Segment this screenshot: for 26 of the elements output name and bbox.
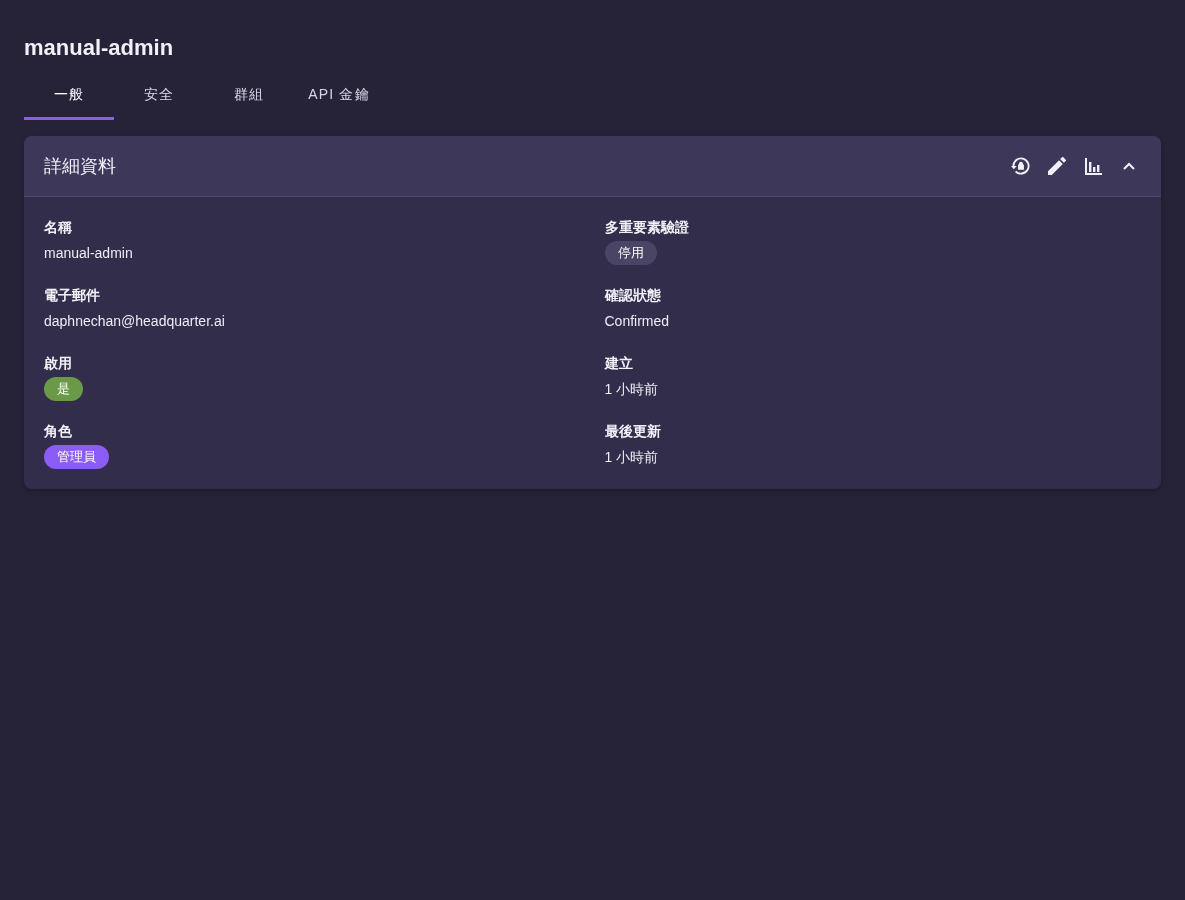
field-value: 1 小時前 bbox=[604, 448, 659, 467]
card-title: 詳細資料 bbox=[44, 155, 116, 178]
pencil-icon[interactable] bbox=[1048, 157, 1066, 175]
tab[interactable]: 一般 bbox=[24, 72, 114, 120]
field-value: manual-admin bbox=[44, 244, 133, 263]
field-label: 角色 bbox=[44, 422, 72, 441]
field-label: 電子郵件 bbox=[44, 286, 100, 305]
tab[interactable]: API 金鑰 bbox=[294, 72, 384, 120]
lock-reset-icon[interactable] bbox=[1011, 156, 1031, 176]
tab[interactable]: 群組 bbox=[204, 72, 294, 120]
field-label: 多重要素驗證 bbox=[604, 218, 689, 237]
field-label: 最後更新 bbox=[604, 422, 661, 441]
field-value: daphnechan@headquarter.ai bbox=[44, 312, 225, 331]
field-label: 名稱 bbox=[44, 218, 72, 237]
bar-chart-icon[interactable] bbox=[1084, 157, 1102, 175]
status-chip: 停用 bbox=[604, 241, 657, 265]
field-value: 1 小時前 bbox=[604, 380, 659, 399]
field-label: 確認狀態 bbox=[604, 286, 661, 305]
status-chip: 是 bbox=[44, 377, 83, 401]
field-value: Confirmed bbox=[604, 312, 670, 331]
page-title: manual-admin bbox=[24, 34, 174, 62]
field-label: 啟用 bbox=[44, 354, 72, 373]
tab[interactable]: 安全 bbox=[114, 72, 204, 120]
chevron-up-icon[interactable] bbox=[1123, 162, 1135, 170]
field-label: 建立 bbox=[604, 354, 633, 373]
status-chip: 管理員 bbox=[44, 445, 109, 469]
